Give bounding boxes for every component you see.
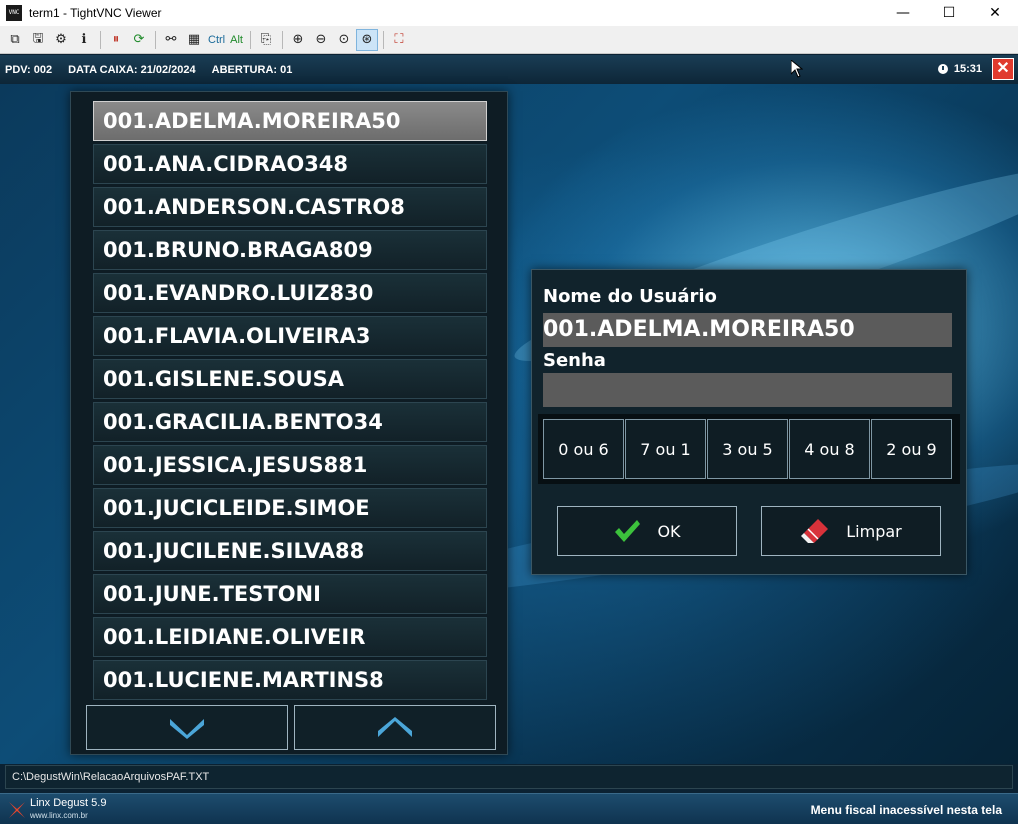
username-label: Nome do Usuário — [543, 286, 717, 307]
user-list-item[interactable]: 001.JESSICA.JESUS881 — [93, 445, 487, 485]
clear-button-label: Limpar — [846, 521, 902, 541]
save-icon[interactable]: 🖫 — [27, 29, 49, 51]
keypad-key[interactable]: 0 ou 6 — [543, 419, 624, 479]
password-keypad: 0 ou 6 7 ou 1 3 ou 5 4 ou 8 2 ou 9 — [538, 414, 960, 484]
user-list-item[interactable]: 001.JUCICLEIDE.SIMOE — [93, 488, 487, 528]
pause-icon[interactable]: ⏸ — [105, 29, 127, 51]
clock-time: 15:31 — [953, 63, 982, 75]
clear-button[interactable]: Limpar — [761, 506, 941, 556]
user-list: 001.ADELMA.MOREIRA50 001.ANA.CIDRAO348 0… — [93, 101, 487, 703]
options-icon[interactable]: ⚙ — [50, 29, 72, 51]
scroll-up-button[interactable] — [294, 705, 496, 750]
user-list-item[interactable]: 001.JUNE.TESTONI — [93, 574, 487, 614]
user-list-item[interactable]: 001.ADELMA.MOREIRA50 — [93, 101, 487, 141]
zoom-fit-icon[interactable]: ⊛ — [355, 28, 378, 51]
password-label: Senha — [543, 350, 606, 371]
user-list-item[interactable]: 001.LEIDIANE.OLIVEIR — [93, 617, 487, 657]
password-field[interactable] — [543, 373, 952, 407]
clock-icon — [937, 64, 948, 74]
keypad-key[interactable]: 4 ou 8 — [789, 419, 870, 479]
keypad-key[interactable]: 2 ou 9 — [871, 419, 952, 479]
footer-brand: Linx Degust 5.9 — [30, 797, 107, 809]
maximize-button[interactable]: ☐ — [926, 0, 972, 26]
refresh-icon[interactable]: ⟳ — [128, 29, 150, 51]
user-list-item[interactable]: 001.BRUNO.BRAGA809 — [93, 230, 487, 270]
user-list-item[interactable]: 001.GRACILIA.BENTO34 — [93, 402, 487, 442]
user-list-item[interactable]: 001.EVANDRO.LUIZ830 — [93, 273, 487, 313]
file-path-bar: C:\DegustWin\RelacaoArquivosPAF.TXT — [5, 765, 1013, 789]
toolbar-separator — [281, 30, 283, 49]
user-list-item[interactable]: 001.GISLENE.SOUSA — [93, 359, 487, 399]
opening-label: ABERTURA: 01 — [211, 63, 293, 76]
username-field[interactable]: 001.ADELMA.MOREIRA50 — [543, 313, 952, 347]
fullscreen-icon[interactable]: ⛶ — [388, 29, 410, 51]
user-list-panel: 001.ADELMA.MOREIRA50 001.ANA.CIDRAO348 0… — [70, 91, 508, 755]
eraser-icon — [800, 517, 830, 545]
footer-url: www.linx.com.br — [30, 811, 88, 820]
user-list-item[interactable]: 001.JUCILENE.SILVA88 — [93, 531, 487, 571]
pdv-label: PDV: 002 — [5, 63, 53, 76]
ok-button[interactable]: OK — [557, 506, 737, 556]
footer-message: Menu fiscal inacessível nesta tela — [810, 803, 1002, 817]
user-list-item[interactable]: 001.ANDERSON.CASTRO8 — [93, 187, 487, 227]
pos-status-header: PDV: 002 DATA CAIXA: 21/02/2024 ABERTURA… — [0, 55, 1018, 84]
ok-button-label: OK — [657, 521, 681, 541]
minimize-button[interactable]: — — [880, 0, 926, 26]
toolbar-separator — [100, 30, 101, 49]
keypad-key[interactable]: 7 ou 1 — [625, 419, 706, 479]
linx-logo-icon — [9, 802, 25, 818]
chevron-down-icon — [170, 718, 204, 739]
scroll-down-button[interactable] — [86, 705, 288, 750]
connection-info-icon[interactable]: ℹ — [73, 29, 95, 51]
toolbar-separator — [155, 30, 156, 49]
zoom-100-icon[interactable]: ⊙ — [333, 29, 355, 51]
zoom-in-icon[interactable]: ⊕ — [287, 29, 309, 51]
tightvnc-app-icon: VNC — [6, 5, 22, 21]
user-list-item[interactable]: 001.ANA.CIDRAO348 — [93, 144, 487, 184]
user-list-item[interactable]: 001.LUCIENE.MARTINS8 — [93, 660, 487, 700]
alt-key-button[interactable]: Alt — [228, 29, 245, 51]
window-controls: — ☐ ✕ — [880, 0, 1018, 26]
keypad-key[interactable]: 3 ou 5 — [707, 419, 788, 479]
checkmark-icon — [613, 518, 641, 544]
app-close-button[interactable]: ✕ — [992, 58, 1014, 80]
ctrl-alt-del-icon[interactable]: ⚯ — [160, 29, 182, 51]
close-button[interactable]: ✕ — [972, 0, 1018, 26]
mouse-cursor-icon — [791, 60, 803, 78]
login-panel: Nome do Usuário 001.ADELMA.MOREIRA50 Sen… — [531, 269, 967, 575]
toolbar-separator — [382, 30, 384, 49]
footer-bar: Linx Degust 5.9 www.linx.com.br Menu fis… — [0, 793, 1018, 824]
copy-icon[interactable]: ⎘ — [255, 29, 277, 51]
window-title: term1 - TightVNC Viewer — [29, 6, 162, 20]
ctrl-key-button[interactable]: Ctrl — [206, 29, 227, 51]
cash-date-label: DATA CAIXA: 21/02/2024 — [68, 63, 196, 76]
zoom-out-icon[interactable]: ⊖ — [310, 29, 332, 51]
new-connection-icon[interactable]: ⧉ — [4, 29, 26, 51]
window-titlebar: VNC term1 - TightVNC Viewer — ☐ ✕ — [0, 0, 1018, 26]
clock: 15:31 — [937, 63, 982, 75]
toolbar-separator — [249, 30, 251, 49]
vnc-toolbar: ⧉ 🖫 ⚙ ℹ ⏸ ⟳ ⚯ ▦ Ctrl Alt ⎘ ⊕ ⊖ ⊙ ⊛ ⛶ — [0, 26, 1018, 54]
ctrl-esc-icon[interactable]: ▦ — [183, 29, 205, 51]
user-list-item[interactable]: 001.FLAVIA.OLIVEIRA3 — [93, 316, 487, 356]
chevron-up-icon — [378, 716, 412, 737]
